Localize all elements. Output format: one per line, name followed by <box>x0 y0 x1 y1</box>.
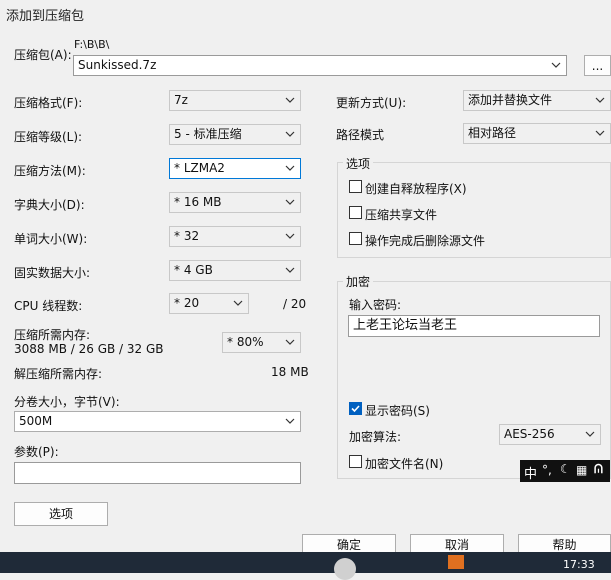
split-label: 分卷大小，字节(V): <box>14 395 120 409</box>
chevron-down-icon <box>285 265 295 275</box>
level-value: 5 - 标准压缩 <box>174 127 242 141</box>
app-icon[interactable] <box>334 558 356 580</box>
moon-icon[interactable]: ☾ <box>560 462 571 476</box>
dict-combo[interactable]: * 16 MB <box>169 192 301 213</box>
chevron-down-icon <box>285 416 295 426</box>
archive-label: 压缩包(A): <box>14 48 72 62</box>
word-label: 单词大小(W): <box>14 232 88 246</box>
params-input[interactable] <box>14 462 301 484</box>
split-combo[interactable]: 500M <box>14 411 301 432</box>
app-icon[interactable] <box>448 555 464 569</box>
window-title: 添加到压缩包 <box>6 9 85 24</box>
mem-combo[interactable]: * 80% <box>222 332 301 353</box>
chevron-down-icon <box>285 163 295 173</box>
method-label: 压缩方法(M): <box>14 164 86 178</box>
solid-combo[interactable]: * 4 GB <box>169 260 301 281</box>
dict-label: 字典大小(D): <box>14 198 85 212</box>
settings-icon[interactable]: ᕬ <box>594 462 603 477</box>
punctuation-icon[interactable]: °, <box>542 463 552 477</box>
chevron-down-icon <box>285 197 295 207</box>
pathmode-combo[interactable]: 相对路径 <box>463 123 611 144</box>
threads-label: CPU 线程数: <box>14 299 83 313</box>
chevron-down-icon <box>585 429 595 439</box>
params-label: 参数(P): <box>14 445 59 459</box>
threads-max: / 20 <box>283 297 307 311</box>
taskbar: 17:33 <box>0 552 611 580</box>
chevron-down-icon <box>595 95 605 105</box>
mem-detail: 3088 MB / 26 GB / 32 GB <box>14 342 164 356</box>
options-button[interactable]: 选项 <box>14 502 108 526</box>
decomp-label: 解压缩所需内存: <box>14 367 103 381</box>
show-password-checkbox[interactable] <box>349 402 362 415</box>
algo-label: 加密算法: <box>349 430 402 444</box>
sfx-checkbox[interactable] <box>349 180 362 193</box>
password-label: 输入密码: <box>349 298 402 312</box>
chevron-down-icon <box>285 95 295 105</box>
method-combo[interactable]: * LZMA2 <box>169 158 301 179</box>
update-combo[interactable]: 添加并替换文件 <box>463 90 611 111</box>
clock-time: 17:33 <box>563 558 595 571</box>
chevron-down-icon <box>285 337 295 347</box>
mem-label: 压缩所需内存: <box>14 328 91 342</box>
show-password-label[interactable]: 显示密码(S) <box>365 402 430 419</box>
delete-checkbox[interactable] <box>349 232 362 245</box>
mem-value: * 80% <box>227 335 264 349</box>
algo-value: AES-256 <box>504 427 555 441</box>
check-icon <box>351 405 360 413</box>
word-combo[interactable]: * 32 <box>169 226 301 247</box>
level-label: 压缩等级(L): <box>14 130 83 144</box>
archive-name-value: Sunkissed.7z <box>78 58 157 72</box>
keyboard-icon[interactable]: ▦ <box>576 463 587 477</box>
password-input[interactable]: 上老王论坛当老王 <box>348 315 600 337</box>
pathmode-value: 相对路径 <box>468 126 517 140</box>
ime-toolbar[interactable]: 中 °, ☾ ▦ ᕬ <box>520 460 610 482</box>
solid-label: 固实数据大小: <box>14 266 91 280</box>
archive-path: F:\B\B\ <box>74 38 110 51</box>
encrypt-group-title: 加密 <box>343 273 374 290</box>
ime-mode[interactable]: 中 <box>524 463 537 482</box>
encrypt-names-label[interactable]: 加密文件名(N) <box>365 455 443 472</box>
chevron-down-icon <box>285 231 295 241</box>
solid-value: * 4 GB <box>174 263 213 277</box>
sfx-label[interactable]: 创建自释放程序(X) <box>365 180 467 197</box>
options-group-title: 选项 <box>343 155 374 172</box>
delete-label[interactable]: 操作完成后删除源文件 <box>365 232 485 249</box>
chevron-down-icon[interactable] <box>551 60 561 70</box>
chevron-down-icon <box>285 129 295 139</box>
update-label: 更新方式(U): <box>336 96 407 110</box>
threads-value: * 20 <box>174 296 200 310</box>
format-label: 压缩格式(F): <box>14 96 83 110</box>
chevron-down-icon <box>233 298 243 308</box>
word-value: * 32 <box>174 229 200 243</box>
browse-button[interactable]: ... <box>584 55 611 76</box>
archive-name-combo[interactable]: Sunkissed.7z <box>73 55 567 76</box>
dict-value: * 16 MB <box>174 195 222 209</box>
decomp-value: 18 MB <box>271 365 309 379</box>
split-value: 500M <box>19 414 53 428</box>
encrypt-names-checkbox[interactable] <box>349 455 362 468</box>
pathmode-label: 路径模式 <box>336 128 385 142</box>
title-bar <box>0 0 611 26</box>
update-value: 添加并替换文件 <box>468 93 553 107</box>
level-combo[interactable]: 5 - 标准压缩 <box>169 124 301 145</box>
chevron-down-icon <box>595 128 605 138</box>
method-value: * LZMA2 <box>174 161 225 175</box>
format-value: 7z <box>174 93 188 107</box>
threads-combo[interactable]: * 20 <box>169 293 249 314</box>
algo-combo[interactable]: AES-256 <box>499 424 601 445</box>
shared-label[interactable]: 压缩共享文件 <box>365 206 437 223</box>
shared-checkbox[interactable] <box>349 206 362 219</box>
format-combo[interactable]: 7z <box>169 90 301 111</box>
